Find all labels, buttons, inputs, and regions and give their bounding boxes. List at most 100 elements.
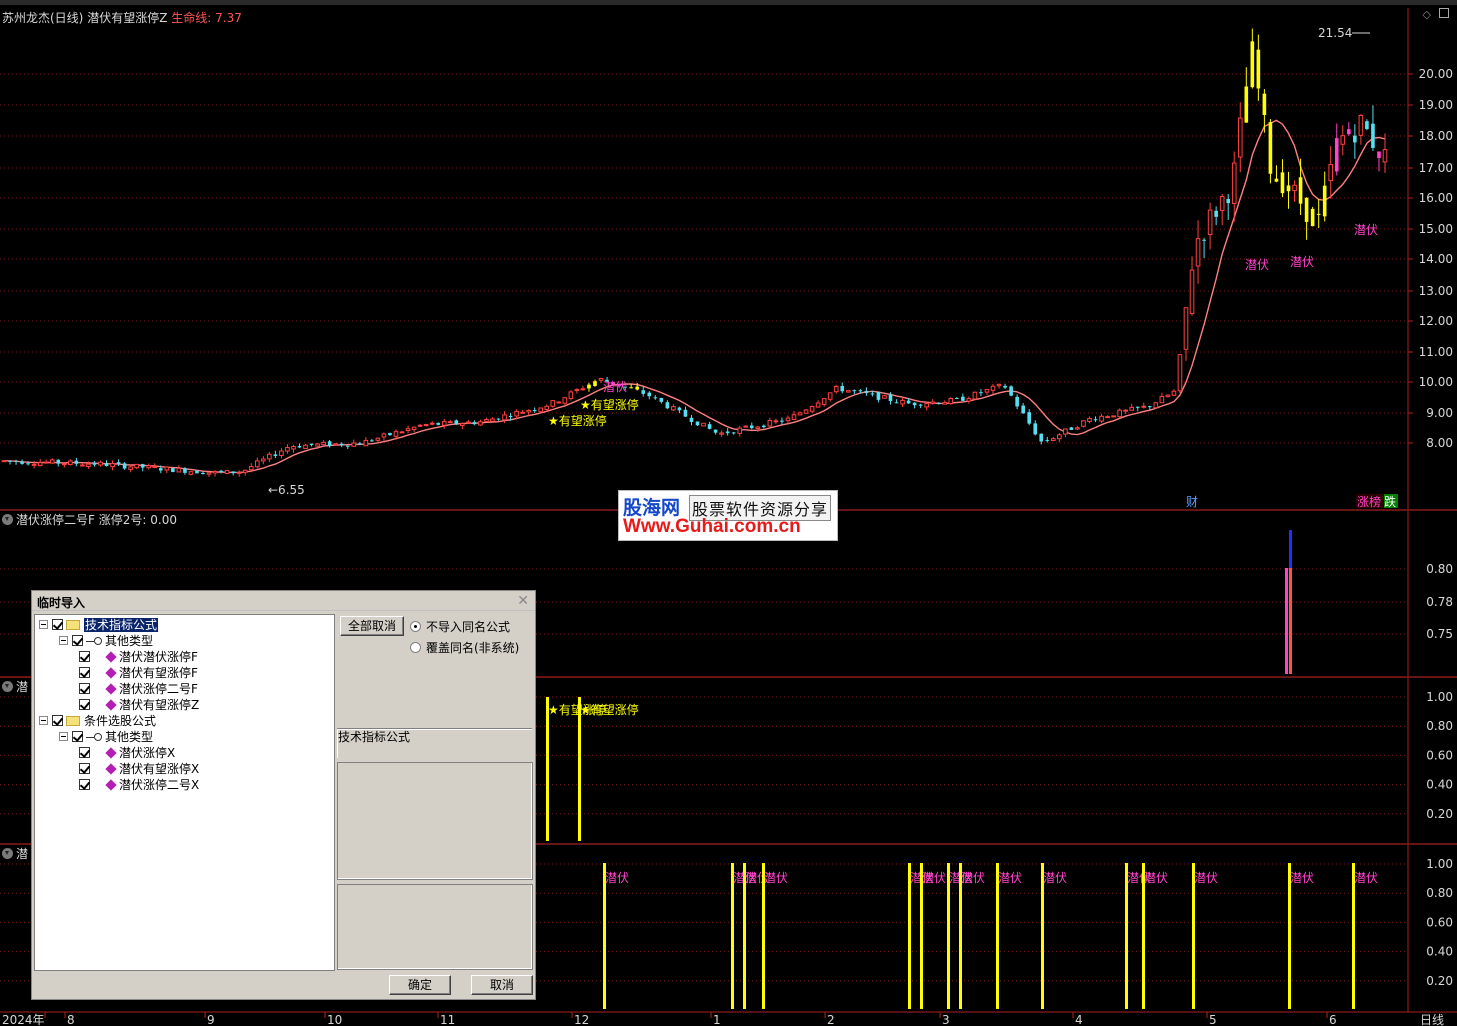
candle-body	[279, 450, 284, 456]
candle-body	[1262, 93, 1267, 115]
candle-body	[966, 398, 972, 402]
candle-body	[375, 437, 381, 441]
tree-node[interactable]: 条件选股公式	[39, 713, 156, 729]
tree-node[interactable]: 潜伏涨停X	[79, 745, 175, 761]
tree-node[interactable]: 潜伏有望涨停Z	[79, 697, 199, 713]
candle-body	[821, 398, 827, 405]
close-icon[interactable]: ✕	[517, 593, 529, 609]
collapse-icon[interactable]	[59, 636, 68, 645]
tree-node[interactable]: 潜伏潜伏涨停F	[79, 649, 198, 665]
pane2-title: 潜伏涨停二号F 涨停2号: 0.00	[2, 511, 177, 528]
tree-node[interactable]: 技术指标公式	[39, 617, 159, 633]
candle-body	[556, 401, 562, 404]
candle-body	[1165, 394, 1171, 398]
cancel-all-button[interactable]: 全部取消	[340, 616, 404, 636]
candle-body	[827, 392, 833, 400]
pane3-signal-bar	[578, 697, 581, 841]
pane4-tick-label: 0.80	[1426, 886, 1453, 900]
candle-body	[423, 423, 429, 426]
candle-body	[61, 463, 67, 466]
tree-node[interactable]: 潜伏涨停二号F	[79, 681, 198, 697]
candle-body	[1358, 114, 1364, 136]
pane3-tick-label: 0.20	[1426, 807, 1453, 821]
candle-body	[1069, 427, 1074, 430]
checkbox[interactable]	[52, 619, 63, 630]
candle-body	[261, 458, 266, 462]
candle-body	[116, 462, 121, 464]
high-price-label: 21.54	[1318, 26, 1352, 40]
tree-node[interactable]: 其他类型	[59, 633, 153, 649]
checkbox[interactable]	[79, 651, 90, 662]
candle-body	[1129, 406, 1135, 411]
candle-body	[74, 460, 79, 464]
candle-body	[171, 468, 175, 473]
candle-body	[20, 461, 24, 464]
pane-menu-icon[interactable]	[2, 681, 13, 692]
candle-body	[388, 432, 392, 436]
candle-body	[514, 410, 519, 417]
checkbox[interactable]	[72, 635, 83, 646]
price-tick-label: 12.00	[1419, 314, 1453, 328]
candle-body	[315, 443, 320, 447]
candle-body	[183, 468, 187, 473]
radio-no-import[interactable]: 不导入同名公式	[410, 618, 510, 635]
candle-body	[393, 431, 399, 437]
pane3-tick-label: 0.60	[1426, 748, 1453, 762]
pane2-value-label: 涨停2号:	[98, 513, 147, 527]
checkbox[interactable]	[79, 683, 90, 694]
candle-body	[26, 463, 30, 465]
pane2-bar	[1285, 568, 1288, 674]
time-tick-label: 2	[827, 1013, 835, 1026]
candle-body	[725, 431, 730, 434]
collapse-icon[interactable]	[39, 620, 48, 629]
pane2-indicator: 潜伏涨停二号F	[16, 513, 95, 527]
signal-latent-label: 潜伏	[603, 380, 627, 394]
candle-body	[224, 469, 230, 474]
key-icon	[86, 733, 102, 741]
candle-body	[683, 409, 688, 417]
checkbox[interactable]	[52, 715, 63, 726]
cai-badge: 财	[1186, 495, 1198, 509]
tree-node[interactable]: 潜伏涨停二号X	[79, 777, 199, 793]
candle-body	[267, 453, 272, 460]
candle-body	[441, 421, 447, 426]
candle-body	[309, 443, 314, 446]
checkbox[interactable]	[79, 763, 90, 774]
cancel-button[interactable]: 取消	[471, 975, 533, 995]
candle-body	[1202, 239, 1206, 241]
candle-body	[743, 425, 749, 428]
candle-body	[1304, 197, 1309, 222]
candle-body	[955, 397, 959, 399]
checkbox[interactable]	[79, 779, 90, 790]
candle-body	[49, 459, 55, 464]
candle-body	[924, 403, 929, 408]
candle-body	[1274, 178, 1279, 182]
checkbox[interactable]	[79, 699, 90, 710]
tree-node[interactable]: 潜伏有望涨停F	[79, 665, 198, 681]
checkbox[interactable]	[79, 747, 90, 758]
price-tick-label: 20.00	[1419, 67, 1453, 81]
collapse-icon[interactable]	[39, 716, 48, 725]
radio-overwrite-label: 覆盖同名(非系统)	[426, 641, 520, 655]
candle-body	[1021, 405, 1025, 414]
pane-menu-icon[interactable]	[2, 848, 13, 859]
candle-body	[1365, 121, 1369, 130]
dialog-titlebar[interactable]: 临时导入 ✕	[32, 591, 535, 611]
candle-body	[1051, 438, 1056, 442]
tree-node[interactable]: 其他类型	[59, 729, 153, 745]
candle-body	[363, 439, 369, 447]
candle-body	[689, 417, 694, 422]
pane-menu-icon[interactable]	[2, 514, 13, 525]
candle-body	[562, 397, 568, 404]
tree-node[interactable]: 潜伏有望涨停X	[79, 761, 199, 777]
pane4-signal-label: 潜伏	[1043, 871, 1067, 885]
checkbox[interactable]	[72, 731, 83, 742]
candle-body	[454, 420, 459, 425]
formula-tree: 技术指标公式 其他类型 潜伏潜伏涨停F 潜伏有望涨停F 潜伏涨停二号F 潜伏有望涨停Z 条件…	[34, 614, 335, 971]
tree-node-label: 其他类型	[105, 634, 154, 648]
candle-body	[1377, 151, 1381, 158]
collapse-icon[interactable]	[59, 732, 68, 741]
checkbox[interactable]	[79, 667, 90, 678]
ok-button[interactable]: 确定	[389, 975, 451, 995]
radio-overwrite[interactable]: 覆盖同名(非系统)	[410, 639, 519, 656]
